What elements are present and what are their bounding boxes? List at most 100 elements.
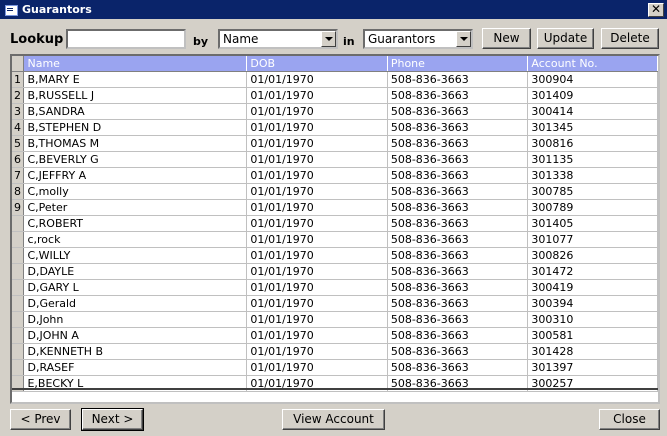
table-row[interactable]: D,Gerald 01/01/1970 508-836-3663 300394: [12, 295, 658, 312]
chevron-down-icon[interactable]: [456, 31, 471, 47]
cell-dob[interactable]: 01/01/1970: [246, 263, 388, 280]
cell-phone[interactable]: 508-836-3663: [387, 119, 529, 136]
cell-account-no[interactable]: 300414: [527, 103, 658, 120]
cell-account-no[interactable]: 301135: [527, 151, 658, 168]
cell-dob[interactable]: 01/01/1970: [246, 135, 388, 152]
cell-account-no[interactable]: 301345: [527, 119, 658, 136]
cell-account-no[interactable]: 300394: [527, 295, 658, 312]
cell-name[interactable]: B,MARY E: [23, 71, 248, 88]
table-row[interactable]: 9 C,Peter 01/01/1970 508-836-3663 300789: [12, 199, 658, 216]
cell-dob[interactable]: 01/01/1970: [246, 119, 388, 136]
table-row[interactable]: D,KENNETH B 01/01/1970 508-836-3663 301428: [12, 343, 658, 360]
cell-name[interactable]: C,JEFFRY A: [23, 167, 248, 184]
column-header-name[interactable]: Name: [23, 56, 248, 72]
lookup-input[interactable]: [66, 29, 186, 49]
cell-name[interactable]: B,STEPHEN D: [23, 119, 248, 136]
table-row[interactable]: D,JOHN A 01/01/1970 508-836-3663 300581: [12, 327, 658, 344]
table-row[interactable]: 4 B,STEPHEN D 01/01/1970 508-836-3663 301345: [12, 119, 658, 136]
cell-name[interactable]: C,molly: [23, 183, 248, 200]
cell-account-no[interactable]: 300904: [527, 71, 658, 88]
delete-button[interactable]: Delete: [601, 28, 659, 49]
table-row[interactable]: c,rock 01/01/1970 508-836-3663 301077: [12, 231, 658, 248]
table-row[interactable]: D,John 01/01/1970 508-836-3663 300310: [12, 311, 658, 328]
cell-name[interactable]: D,GARY L: [23, 279, 248, 296]
cell-phone[interactable]: 508-836-3663: [387, 103, 529, 120]
cell-phone[interactable]: 508-836-3663: [387, 87, 529, 104]
cell-phone[interactable]: 508-836-3663: [387, 343, 529, 360]
cell-dob[interactable]: 01/01/1970: [246, 295, 388, 312]
cell-account-no[interactable]: 300310: [527, 311, 658, 328]
cell-name[interactable]: D,Gerald: [23, 295, 248, 312]
cell-name[interactable]: D,RASEF: [23, 359, 248, 376]
cell-phone[interactable]: 508-836-3663: [387, 295, 529, 312]
cell-dob[interactable]: 01/01/1970: [246, 103, 388, 120]
cell-account-no[interactable]: 301077: [527, 231, 658, 248]
column-header-dob[interactable]: DOB: [246, 56, 388, 72]
cell-name[interactable]: c,rock: [23, 231, 248, 248]
cell-phone[interactable]: 508-836-3663: [387, 231, 529, 248]
cell-account-no[interactable]: 300419: [527, 279, 658, 296]
cell-dob[interactable]: 01/01/1970: [246, 247, 388, 264]
cell-phone[interactable]: 508-836-3663: [387, 247, 529, 264]
table-row[interactable]: 6 C,BEVERLY G 01/01/1970 508-836-3663 301135: [12, 151, 658, 168]
cell-dob[interactable]: 01/01/1970: [246, 87, 388, 104]
cell-phone[interactable]: 508-836-3663: [387, 327, 529, 344]
cell-account-no[interactable]: 301409: [527, 87, 658, 104]
table-row[interactable]: 1 B,MARY E 01/01/1970 508-836-3663 300904: [12, 71, 658, 88]
table-row[interactable]: D,RASEF 01/01/1970 508-836-3663 301397: [12, 359, 658, 376]
table-row[interactable]: C,WILLY 01/01/1970 508-836-3663 300826: [12, 247, 658, 264]
table-row[interactable]: 7 C,JEFFRY A 01/01/1970 508-836-3663 301338: [12, 167, 658, 184]
cell-phone[interactable]: 508-836-3663: [387, 135, 529, 152]
close-button[interactable]: Close: [599, 409, 660, 430]
table-row[interactable]: C,ROBERT 01/01/1970 508-836-3663 301405: [12, 215, 658, 232]
table-row[interactable]: 2 B,RUSSELL J 01/01/1970 508-836-3663 301409: [12, 87, 658, 104]
cell-dob[interactable]: 01/01/1970: [246, 199, 388, 216]
cell-phone[interactable]: 508-836-3663: [387, 311, 529, 328]
table-row[interactable]: 8 C,molly 01/01/1970 508-836-3663 300785: [12, 183, 658, 200]
column-header-account-no[interactable]: Account No.: [527, 56, 658, 72]
new-button[interactable]: New: [482, 28, 531, 49]
cell-account-no[interactable]: 301405: [527, 215, 658, 232]
cell-phone[interactable]: 508-836-3663: [387, 183, 529, 200]
cell-dob[interactable]: 01/01/1970: [246, 151, 388, 168]
cell-account-no[interactable]: 300581: [527, 327, 658, 344]
prev-button[interactable]: < Prev: [10, 409, 71, 430]
cell-phone[interactable]: 508-836-3663: [387, 279, 529, 296]
view-account-button[interactable]: View Account: [282, 409, 385, 430]
cell-name[interactable]: C,BEVERLY G: [23, 151, 248, 168]
cell-dob[interactable]: 01/01/1970: [246, 359, 388, 376]
cell-name[interactable]: D,John: [23, 311, 248, 328]
next-button[interactable]: Next >: [81, 408, 144, 431]
cell-name[interactable]: C,Peter: [23, 199, 248, 216]
cell-phone[interactable]: 508-836-3663: [387, 263, 529, 280]
cell-name[interactable]: D,JOHN A: [23, 327, 248, 344]
cell-account-no[interactable]: 300816: [527, 135, 658, 152]
chevron-down-icon[interactable]: [321, 31, 336, 47]
cell-name[interactable]: D,DAYLE: [23, 263, 248, 280]
column-header-phone[interactable]: Phone: [387, 56, 529, 72]
cell-account-no[interactable]: 301428: [527, 343, 658, 360]
cell-account-no[interactable]: 301472: [527, 263, 658, 280]
cell-name[interactable]: B,THOMAS M: [23, 135, 248, 152]
table-row[interactable]: 3 B,SANDRA 01/01/1970 508-836-3663 300414: [12, 103, 658, 120]
table-row[interactable]: 5 B,THOMAS M 01/01/1970 508-836-3663 300816: [12, 135, 658, 152]
cell-phone[interactable]: 508-836-3663: [387, 71, 529, 88]
cell-account-no[interactable]: 301397: [527, 359, 658, 376]
cell-dob[interactable]: 01/01/1970: [246, 343, 388, 360]
cell-phone[interactable]: 508-836-3663: [387, 359, 529, 376]
cell-dob[interactable]: 01/01/1970: [246, 71, 388, 88]
guarantors-grid[interactable]: Name DOB Phone Account No. 1 B,MARY E 01/0…: [10, 54, 660, 404]
cell-phone[interactable]: 508-836-3663: [387, 199, 529, 216]
cell-account-no[interactable]: 300785: [527, 183, 658, 200]
cell-name[interactable]: B,RUSSELL J: [23, 87, 248, 104]
close-window-button[interactable]: ✕: [648, 2, 664, 17]
cell-account-no[interactable]: 300789: [527, 199, 658, 216]
cell-phone[interactable]: 508-836-3663: [387, 167, 529, 184]
cell-phone[interactable]: 508-836-3663: [387, 215, 529, 232]
cell-dob[interactable]: 01/01/1970: [246, 215, 388, 232]
table-row[interactable]: D,DAYLE 01/01/1970 508-836-3663 301472: [12, 263, 658, 280]
cell-dob[interactable]: 01/01/1970: [246, 183, 388, 200]
table-row[interactable]: D,GARY L 01/01/1970 508-836-3663 300419: [12, 279, 658, 296]
cell-dob[interactable]: 01/01/1970: [246, 311, 388, 328]
cell-dob[interactable]: 01/01/1970: [246, 327, 388, 344]
